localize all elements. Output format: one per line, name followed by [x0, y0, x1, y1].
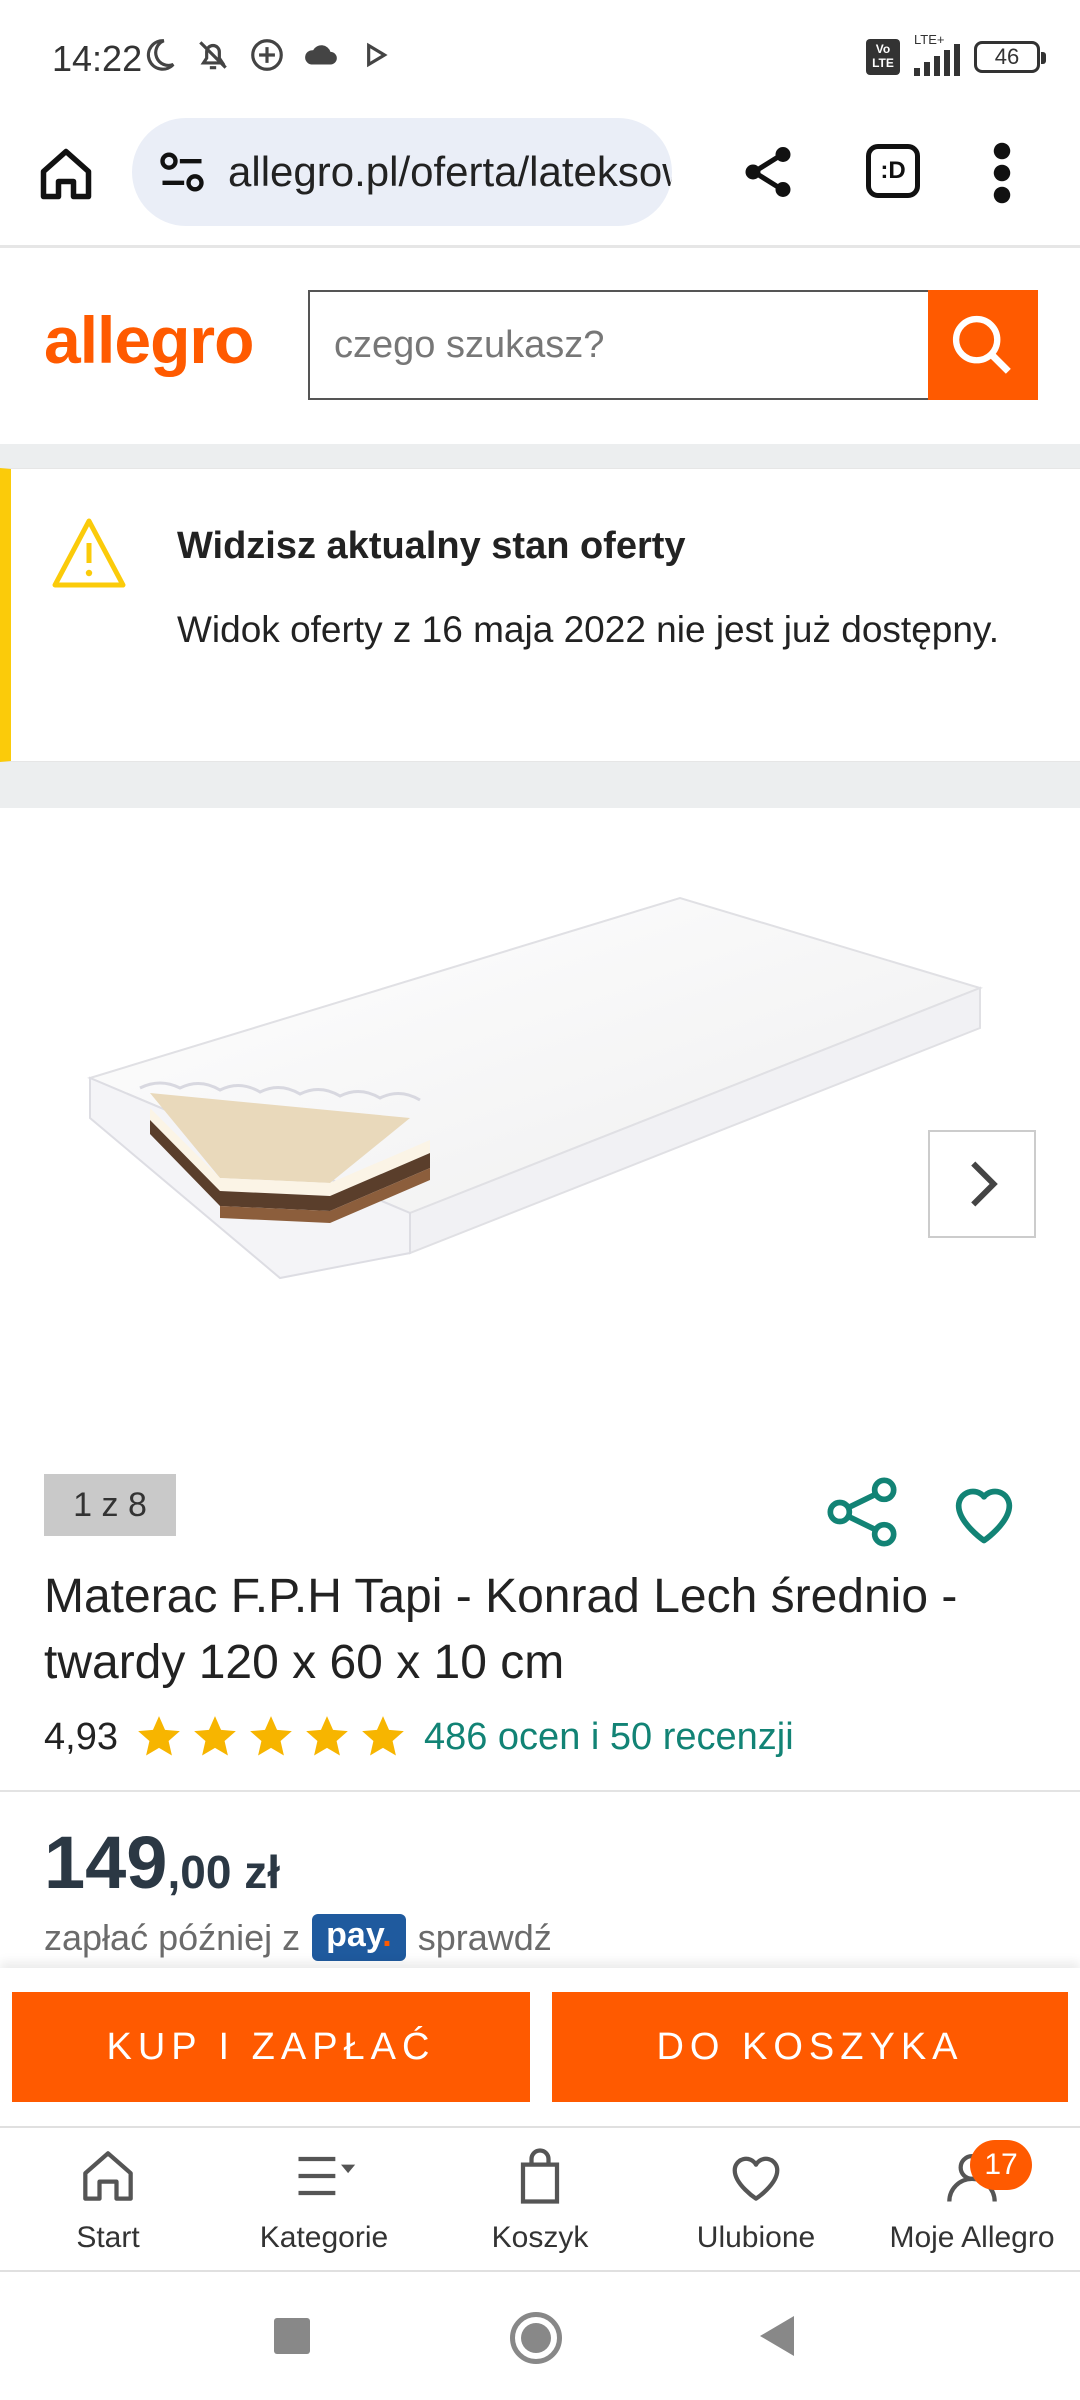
favorite-heart-icon[interactable]: [946, 1474, 1022, 1550]
moon-icon: [146, 39, 175, 71]
categories-menu-icon: [298, 2156, 356, 2196]
star-icon: [138, 1716, 180, 1756]
allegro-pay-badge: pay.: [312, 1914, 406, 1961]
rating-stars: [134, 1712, 408, 1762]
shopping-bag-icon: [520, 2148, 560, 2204]
search-button[interactable]: [928, 290, 1038, 400]
allegro-logo[interactable]: allegro: [44, 302, 254, 378]
volte-icon: Vo LTE: [866, 39, 900, 75]
tab-switcher-button[interactable]: :D: [866, 144, 920, 198]
nav-label: Koszyk: [491, 2221, 589, 2254]
reviews-link[interactable]: 486 ocen i 50 recenzji: [424, 1716, 794, 1759]
pay-later-row: zapłać później z pay. sprawdź: [44, 1914, 552, 1961]
url-text: allegro.pl/oferta/lateksowy: [228, 148, 672, 195]
chevron-right-icon: [971, 1161, 998, 1207]
nav-categories[interactable]: Kategorie: [216, 2128, 432, 2270]
star-icon: [306, 1716, 348, 1756]
nav-label: Moje Allegro: [889, 2221, 1055, 2254]
gallery-next-button[interactable]: [928, 1130, 1036, 1238]
home-icon[interactable]: [36, 144, 96, 204]
gallery-counter: 1 z 8: [44, 1474, 176, 1536]
rating-value: 4,93: [44, 1715, 118, 1758]
price-decimal: ,00: [167, 1846, 232, 1898]
product-gallery[interactable]: [0, 808, 1080, 1468]
mattress-image: [87, 896, 984, 1280]
separator: [0, 444, 1080, 468]
url-bar[interactable]: allegro.pl/oferta/lateksowy: [132, 118, 672, 226]
nav-label: Start: [76, 2221, 140, 2254]
notice-title: Widzisz aktualny stan oferty: [177, 525, 686, 567]
back-button[interactable]: [760, 2316, 794, 2356]
separator: [0, 762, 1080, 808]
site-settings-icon[interactable]: [156, 146, 208, 198]
notification-badge: 17: [970, 2140, 1032, 2190]
bell-off-icon: [199, 41, 227, 70]
site-header: allegro: [0, 248, 1080, 444]
status-notifications: [140, 36, 394, 74]
pay-later-text: zapłać później z: [44, 1916, 301, 1958]
purchase-actions: KUP I ZAPŁAĆ DO KOSZYKA: [0, 1968, 1080, 2126]
share-icon[interactable]: [738, 142, 798, 202]
offer-state-notice: Widzisz aktualny stan oferty Widok ofert…: [0, 468, 1080, 762]
price-currency: zł: [231, 1846, 280, 1898]
star-icon: [362, 1716, 404, 1756]
battery-icon: 46: [974, 41, 1046, 73]
nav-favorites[interactable]: Ulubione: [648, 2128, 864, 2270]
nav-label: Kategorie: [259, 2221, 389, 2254]
nav-my-allegro[interactable]: 17 Moje Allegro: [864, 2128, 1080, 2270]
divider: [0, 1790, 1080, 1792]
buy-now-button[interactable]: KUP I ZAPŁAĆ: [12, 1992, 530, 2102]
star-icon: [250, 1716, 292, 1756]
price-integer: 149: [44, 1821, 168, 1904]
play-icon: [367, 42, 388, 68]
browser-toolbar: allegro.pl/oferta/lateksowy :D: [0, 118, 1080, 248]
notice-text: Widok oferty z 16 maja 2022 nie jest już…: [177, 609, 999, 650]
system-navigation: [0, 2272, 1080, 2400]
price: 149,00 zł: [44, 1820, 280, 1905]
bottom-navigation: Start Kategorie Koszyk Ulubione 17 Moje …: [0, 2126, 1080, 2272]
search-icon: [952, 315, 1011, 374]
status-bar: 14:22 Vo LTE LTE+ 46: [0, 0, 1080, 118]
vpn-icon: [251, 39, 283, 71]
search-input[interactable]: [308, 290, 928, 400]
rating-row: 4,93 486 ocen i 50 recenzji: [44, 1712, 794, 1762]
home-icon: [83, 2151, 133, 2201]
signal-icon: LTE+: [914, 32, 960, 76]
recents-button[interactable]: [274, 2318, 310, 2354]
heart-icon: [732, 2156, 780, 2201]
cloud-icon: [305, 45, 337, 65]
nav-start[interactable]: Start: [0, 2128, 216, 2270]
system-home-button[interactable]: [510, 2312, 562, 2364]
nav-label: Ulubione: [696, 2221, 816, 2254]
product-title: Materac F.P.H Tapi - Konrad Lech średnio…: [44, 1570, 958, 1689]
nav-cart[interactable]: Koszyk: [432, 2128, 648, 2270]
status-time: 14:22: [52, 38, 143, 79]
warning-icon: [52, 518, 126, 588]
more-menu-icon[interactable]: [990, 140, 1014, 206]
pay-later-check-link[interactable]: sprawdź: [418, 1917, 552, 1959]
add-to-cart-button[interactable]: DO KOSZYKA: [552, 1992, 1068, 2102]
star-icon: [194, 1716, 236, 1756]
share-offer-icon[interactable]: [824, 1474, 900, 1550]
status-right: Vo LTE LTE+ 46: [866, 32, 1046, 76]
